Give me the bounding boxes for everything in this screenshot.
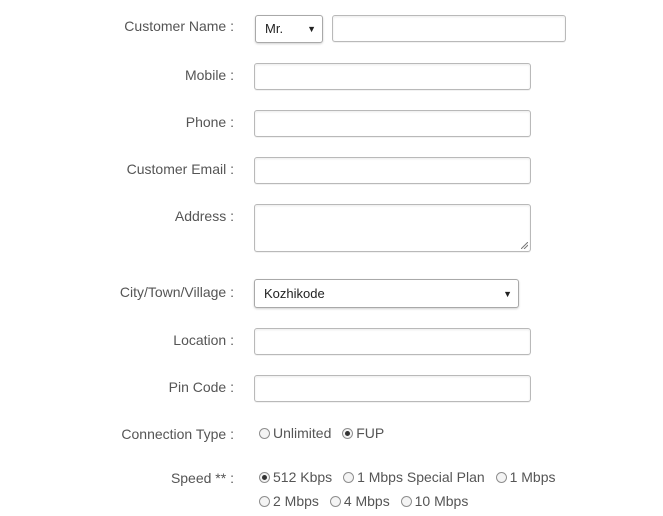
pin-code-input[interactable] bbox=[254, 375, 531, 402]
speed-option-1mbps[interactable]: 1 Mbps bbox=[495, 469, 556, 485]
speed-group-row2: 2 Mbps 4 Mbps 10 Mbps bbox=[259, 493, 475, 509]
option-label: 512 Kbps bbox=[273, 469, 333, 485]
address-label: Address : bbox=[174, 208, 234, 224]
location-label: Location : bbox=[173, 332, 234, 348]
radio-checked-icon[interactable] bbox=[259, 472, 270, 483]
customer-name-label: Customer Name : bbox=[124, 18, 234, 34]
email-label: Customer Email : bbox=[126, 161, 234, 177]
phone-label: Phone : bbox=[185, 114, 234, 130]
resize-grip-icon[interactable] bbox=[521, 242, 528, 249]
speed-option-10mbps[interactable]: 10 Mbps bbox=[400, 493, 469, 509]
city-select-value: Kozhikode bbox=[264, 286, 325, 301]
option-label: 10 Mbps bbox=[414, 493, 469, 509]
customer-name-input[interactable] bbox=[332, 15, 566, 42]
radio-icon[interactable] bbox=[495, 472, 507, 483]
radio-icon[interactable] bbox=[259, 428, 270, 439]
title-select-value: Mr. bbox=[265, 21, 284, 36]
city-select[interactable]: Kozhikode ▼ bbox=[254, 279, 519, 308]
radio-icon[interactable] bbox=[343, 472, 355, 483]
email-input[interactable] bbox=[254, 157, 531, 184]
mobile-input[interactable] bbox=[254, 63, 531, 90]
mobile-label: Mobile : bbox=[184, 67, 234, 83]
radio-checked-icon[interactable] bbox=[342, 428, 354, 439]
radio-icon[interactable] bbox=[259, 496, 270, 507]
connection-type-option-fup[interactable]: FUP bbox=[342, 425, 384, 441]
dropdown-arrow-icon: ▼ bbox=[503, 289, 512, 299]
speed-option-1mbps-special[interactable]: 1 Mbps Special Plan bbox=[343, 469, 485, 485]
pin-code-label: Pin Code : bbox=[168, 379, 234, 395]
connection-type-option-unlimited[interactable]: Unlimited bbox=[259, 425, 331, 441]
speed-group-row1: 512 Kbps 1 Mbps Special Plan 1 Mbps bbox=[259, 469, 563, 485]
title-select[interactable]: Mr. ▼ bbox=[255, 15, 323, 43]
radio-icon[interactable] bbox=[329, 496, 341, 507]
speed-label: Speed ** : bbox=[170, 470, 234, 486]
option-label: 4 Mbps bbox=[343, 493, 390, 509]
address-textarea[interactable] bbox=[254, 204, 531, 252]
option-label: 1 Mbps bbox=[509, 469, 556, 485]
radio-icon[interactable] bbox=[400, 496, 412, 507]
option-label: 2 Mbps bbox=[273, 493, 319, 509]
connection-type-group: Unlimited FUP bbox=[259, 425, 391, 441]
option-label: FUP bbox=[356, 425, 385, 441]
option-label: 1 Mbps Special Plan bbox=[357, 469, 485, 485]
speed-option-2mbps[interactable]: 2 Mbps bbox=[259, 493, 319, 509]
city-label: City/Town/Village : bbox=[119, 284, 234, 300]
dropdown-arrow-icon: ▼ bbox=[307, 24, 316, 34]
connection-type-label: Connection Type : bbox=[121, 426, 234, 442]
speed-option-4mbps[interactable]: 4 Mbps bbox=[329, 493, 390, 509]
speed-option-512kbps[interactable]: 512 Kbps bbox=[259, 469, 332, 485]
option-label: Unlimited bbox=[273, 425, 332, 441]
location-input[interactable] bbox=[254, 328, 531, 355]
phone-input[interactable] bbox=[254, 110, 531, 137]
